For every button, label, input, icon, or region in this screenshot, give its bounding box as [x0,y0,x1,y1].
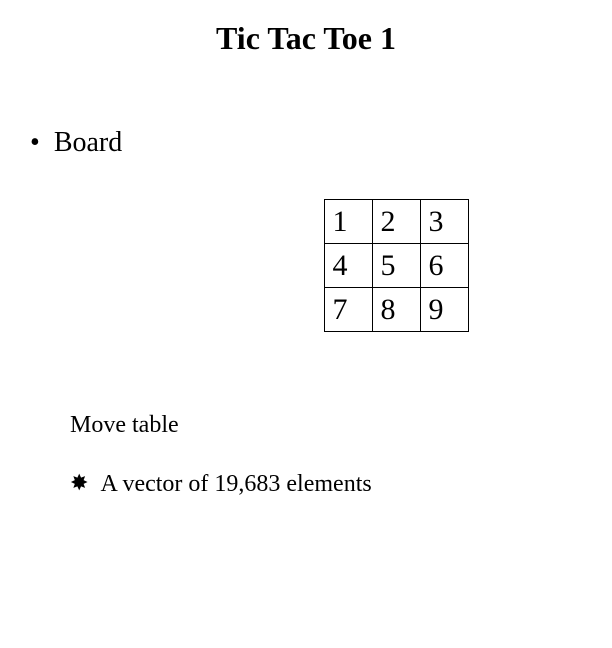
bullet-item-board: • Board [30,127,612,159]
bullet-label: Board [54,127,122,159]
board-cell-7: 7 [324,288,372,332]
sun-icon: ✸ [70,469,88,498]
bullet-icon: • [30,129,40,157]
board-table: 1 2 3 4 5 6 7 8 9 [324,199,469,332]
board-container: 1 2 3 4 5 6 7 8 9 [180,199,612,332]
board-cell-8: 8 [372,288,420,332]
board-cell-4: 4 [324,244,372,288]
board-cell-1: 1 [324,200,372,244]
board-cell-3: 3 [420,200,468,244]
sub-heading: Move table [70,412,612,439]
board-cell-5: 5 [372,244,420,288]
board-cell-9: 9 [420,288,468,332]
sub-bullet-text: A vector of 19,683 elements [100,469,371,500]
board-cell-2: 2 [372,200,420,244]
page-title: Tic Tac Toe 1 [0,0,612,67]
content-area: • Board 1 2 3 4 5 6 7 8 9 Move table ✸ [0,67,612,500]
sub-section: Move table ✸ A vector of 19,683 elements [30,412,612,500]
sub-bullet-item: ✸ A vector of 19,683 elements [70,469,390,500]
board-cell-6: 6 [420,244,468,288]
